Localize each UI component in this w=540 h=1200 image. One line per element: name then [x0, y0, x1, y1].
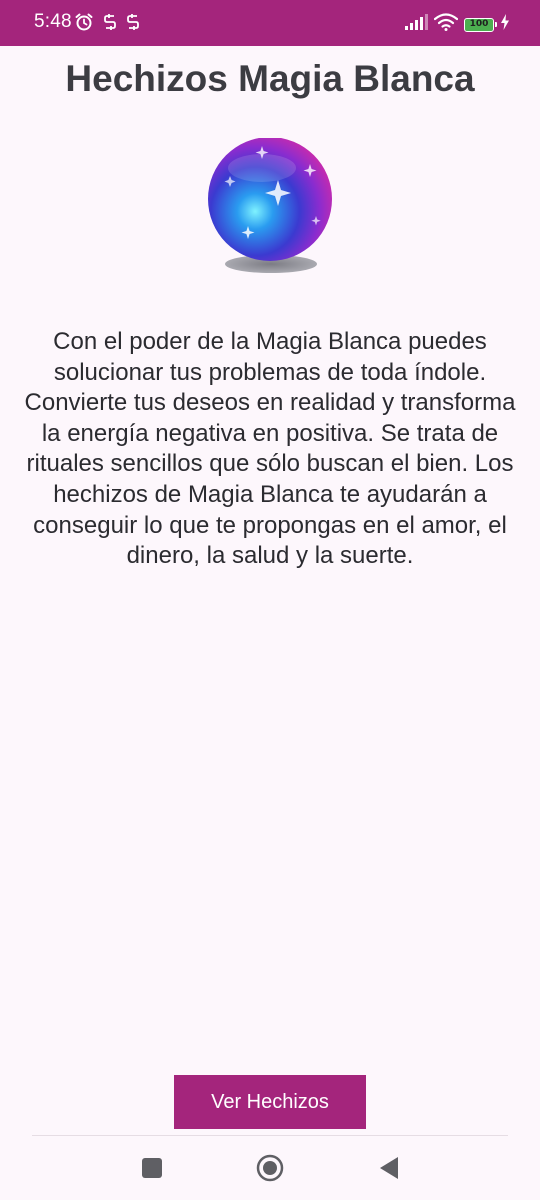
- home-icon[interactable]: [256, 1154, 284, 1182]
- status-time: 5:48: [34, 11, 72, 32]
- status-right-icons: 100: [404, 13, 510, 36]
- battery-icon: 100: [464, 17, 497, 32]
- description-text: Con el poder de la Magia Blanca puedes s…: [24, 328, 516, 570]
- status-bar: 5:48 100: [0, 0, 540, 46]
- nav-bar: [0, 1136, 540, 1200]
- back-icon[interactable]: [375, 1154, 403, 1182]
- status-left-icons: [74, 12, 140, 37]
- signal-icon: [404, 14, 428, 35]
- sync-icon: [126, 13, 140, 36]
- sync-icon: [103, 13, 117, 36]
- wifi-icon: [433, 13, 459, 36]
- battery-level: 100: [469, 19, 489, 29]
- page-title: Hechizos Magia Blanca: [65, 58, 475, 99]
- alarm-icon: [74, 12, 94, 37]
- charging-icon: [500, 14, 510, 35]
- ver-hechizos-button[interactable]: Ver Hechizos: [174, 1075, 366, 1129]
- recents-icon[interactable]: [138, 1154, 166, 1182]
- crystal-ball-icon: [200, 137, 340, 278]
